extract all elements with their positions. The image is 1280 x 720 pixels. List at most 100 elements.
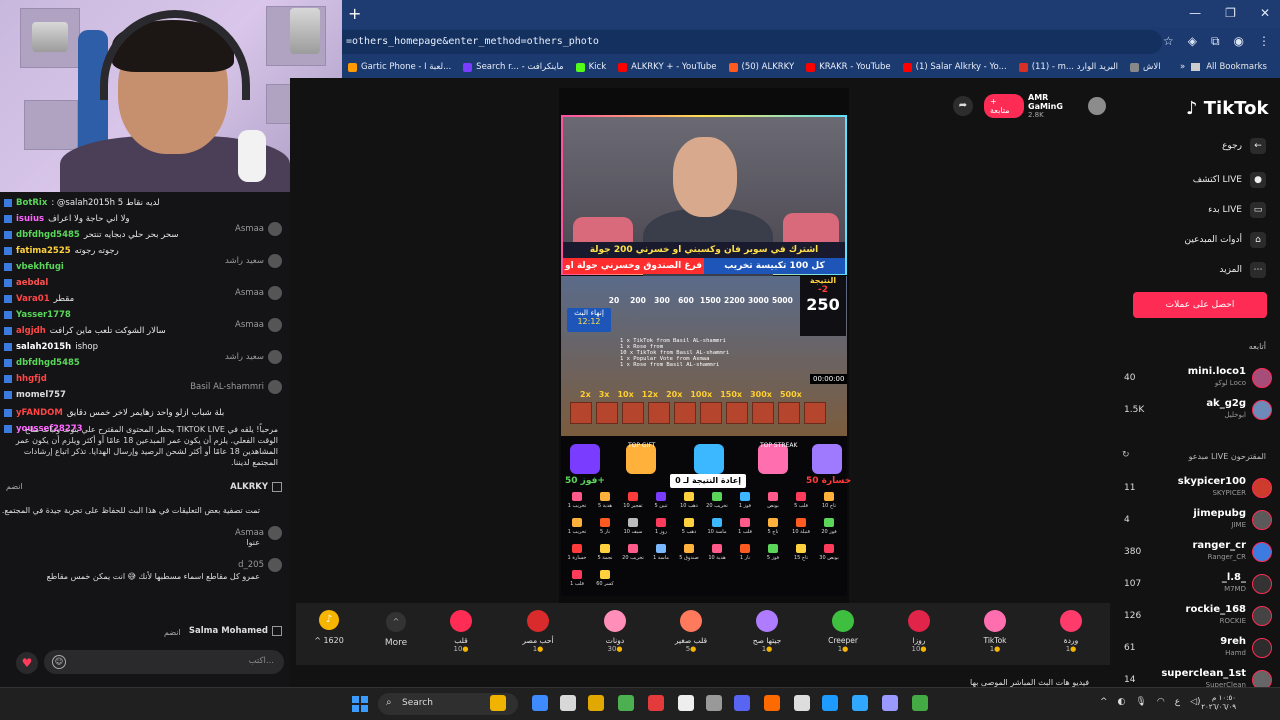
account-row[interactable]: 1.5K ak_g2g ابوخليل xyxy=(1122,398,1272,428)
chat-username[interactable]: hhgfjd xyxy=(16,374,47,384)
sidebar-nav-item[interactable]: اكتشف LIVE ● xyxy=(1193,172,1266,188)
chevron-up-icon[interactable]: ^ xyxy=(1100,697,1108,707)
gift-item[interactable]: أحب مصر 1● xyxy=(513,610,563,654)
minimize-icon[interactable]: — xyxy=(1189,6,1201,20)
gift-item[interactable]: قلب 10● xyxy=(436,610,486,654)
chat-username[interactable]: momel757 xyxy=(16,390,66,400)
taskbar-app-icon[interactable] xyxy=(560,695,576,711)
chat-username[interactable]: aebdal xyxy=(16,278,48,288)
chat-username[interactable]: dbfdhgd5485 xyxy=(16,358,80,368)
gift-item[interactable]: روزا 10● xyxy=(894,610,944,654)
taskbar-app-icon[interactable] xyxy=(912,695,928,711)
user-avatar[interactable] xyxy=(268,350,282,364)
user-avatar[interactable] xyxy=(268,254,282,268)
join-user[interactable]: Salma Mohamed xyxy=(189,626,268,636)
sidebar-nav-item[interactable]: المزيد ⋯ xyxy=(1219,262,1266,278)
chat-username[interactable]: yFANDOM xyxy=(16,408,63,418)
user-avatar[interactable] xyxy=(268,558,282,572)
taskbar-app-icon[interactable] xyxy=(490,695,506,711)
new-tab-button[interactable]: + xyxy=(348,4,361,23)
gift-item[interactable]: جيتها صح 1● xyxy=(742,610,792,654)
refresh-icon[interactable]: ↻ xyxy=(1122,450,1130,460)
sidebar-nav-item[interactable]: رجوع ← xyxy=(1222,138,1266,154)
bookmark-item[interactable]: (1) Salar Alkrky - Yo... xyxy=(897,62,1013,72)
gift-item[interactable]: TikTok 1● xyxy=(970,610,1020,654)
creator-avatar[interactable] xyxy=(1088,97,1106,115)
bookmark-item[interactable]: Kick xyxy=(570,62,613,72)
share-icon[interactable]: ➦ xyxy=(953,96,973,116)
taskbar-app-icon[interactable] xyxy=(852,695,868,711)
chat-username[interactable]: vbekhfugi xyxy=(16,262,64,272)
taskbar-app-icon[interactable] xyxy=(882,695,898,711)
gift-item[interactable]: قلب صغير 5● xyxy=(666,610,716,654)
chat-username[interactable]: algjdh xyxy=(16,326,46,336)
chat-side-name[interactable]: سعيد راشد xyxy=(225,352,264,362)
bookmark-item[interactable]: (50) ALKRKY xyxy=(723,62,801,72)
chat-side-name[interactable]: Basil AL-shammri xyxy=(190,382,264,392)
chat-username[interactable]: isuius xyxy=(16,214,44,224)
tiktok-logo[interactable]: ♪ TikTok xyxy=(1186,98,1268,119)
chat-side-name[interactable]: Asmaa xyxy=(235,224,264,234)
creator-name[interactable]: AMR GaMinG xyxy=(1028,93,1084,111)
network-icon[interactable]: ◐ xyxy=(1118,697,1126,707)
user-avatar[interactable] xyxy=(268,526,282,540)
mic-icon[interactable]: 🎙 xyxy=(1135,697,1146,707)
gift-item[interactable]: دونات 30● xyxy=(590,610,640,654)
account-row[interactable]: 4 jimepubg JIME xyxy=(1122,508,1272,538)
coin-balance[interactable]: ♪ ^ 1620 xyxy=(306,610,352,645)
taskbar-app-icon[interactable] xyxy=(678,695,694,711)
star-icon[interactable]: ☆ xyxy=(1163,34,1174,49)
chat-side-name[interactable]: d_205 xyxy=(238,560,264,570)
account-row[interactable]: 107 _l.8_ M7MD xyxy=(1122,572,1272,602)
close-icon[interactable]: ✕ xyxy=(1260,6,1270,20)
chat-username[interactable]: Vara01 xyxy=(16,294,50,304)
chat-side-name[interactable]: Asmaa xyxy=(235,528,264,538)
user-avatar[interactable] xyxy=(268,222,282,236)
taskbar-app-icon[interactable] xyxy=(822,695,838,711)
windows-start-icon[interactable] xyxy=(352,696,368,712)
url-field[interactable]: =others_homepage&enter_method=others_pho… xyxy=(342,30,1162,54)
chat-username[interactable]: salah2015h xyxy=(16,342,71,352)
follow-button[interactable]: + متابعة xyxy=(984,94,1024,118)
taskbar-app-icon[interactable] xyxy=(588,695,604,711)
wifi-icon[interactable]: ◠ xyxy=(1157,697,1165,707)
user-avatar[interactable] xyxy=(268,286,282,300)
all-bookmarks[interactable]: » All Bookmarks xyxy=(1170,56,1280,78)
account-row[interactable]: 11 skypicer100 SKYPICER xyxy=(1122,476,1272,506)
chat-username[interactable]: dbfdhgd5485 xyxy=(16,230,80,240)
taskbar-app-icon[interactable] xyxy=(648,695,664,711)
volume-icon[interactable]: ◁) xyxy=(1190,697,1200,707)
like-button[interactable]: ♥ xyxy=(16,652,38,674)
bookmark-item[interactable]: KRAKR - YouTube xyxy=(800,62,896,72)
bookmark-item[interactable]: (11) - m... البريد الوارد xyxy=(1013,62,1124,72)
user-avatar[interactable] xyxy=(268,318,282,332)
extension-icon[interactable]: ◈ xyxy=(1188,34,1197,49)
bookmark-item[interactable]: Gartic Phone - لعبة ا... xyxy=(342,62,457,72)
sidebar-nav-item[interactable]: أدوات المبدعين ⌂ xyxy=(1184,232,1266,248)
get-coins-button[interactable]: احصل على عملات xyxy=(1133,292,1267,318)
gift-item[interactable]: وردة 1● xyxy=(1046,610,1096,654)
taskbar-app-icon[interactable] xyxy=(764,695,780,711)
join-user[interactable]: ALKRKY xyxy=(230,482,268,492)
account-row[interactable]: 126 rockie_168 ROCKIE xyxy=(1122,604,1272,634)
chat-input[interactable]: اكتب... xyxy=(44,650,284,674)
profile-icon[interactable]: ◉ xyxy=(1234,34,1244,49)
bookmark-item[interactable]: Search r... - ماينكرافت xyxy=(457,62,569,72)
bookmark-item[interactable]: الاش xyxy=(1124,62,1167,72)
chat-side-name[interactable]: Asmaa xyxy=(235,288,264,298)
chat-username[interactable]: BotRix xyxy=(16,198,47,208)
chat-username[interactable]: fatima2525 xyxy=(16,246,71,256)
chat-side-name[interactable]: سعيد راشد xyxy=(225,256,264,266)
account-row[interactable]: 380 ranger_cr Ranger_CR xyxy=(1122,540,1272,570)
gift-item[interactable]: Creeper 1● xyxy=(818,610,868,654)
user-avatar[interactable] xyxy=(268,380,282,394)
menu-icon[interactable]: ⋮ xyxy=(1258,34,1270,49)
bookmark-item[interactable]: ALKRKY + - YouTube xyxy=(612,62,722,72)
taskbar-app-icon[interactable] xyxy=(618,695,634,711)
taskbar-app-icon[interactable] xyxy=(794,695,810,711)
language-icon[interactable]: ع xyxy=(1175,697,1180,707)
system-clock[interactable]: ١٠:٥٠ م ٢٠٢٦/٠٦/٠٩ xyxy=(1201,694,1236,712)
puzzle-icon[interactable]: ⧉ xyxy=(1211,34,1220,49)
emoji-icon[interactable]: ☺ xyxy=(52,655,66,669)
chat-side-name[interactable]: Asmaa xyxy=(235,320,264,330)
